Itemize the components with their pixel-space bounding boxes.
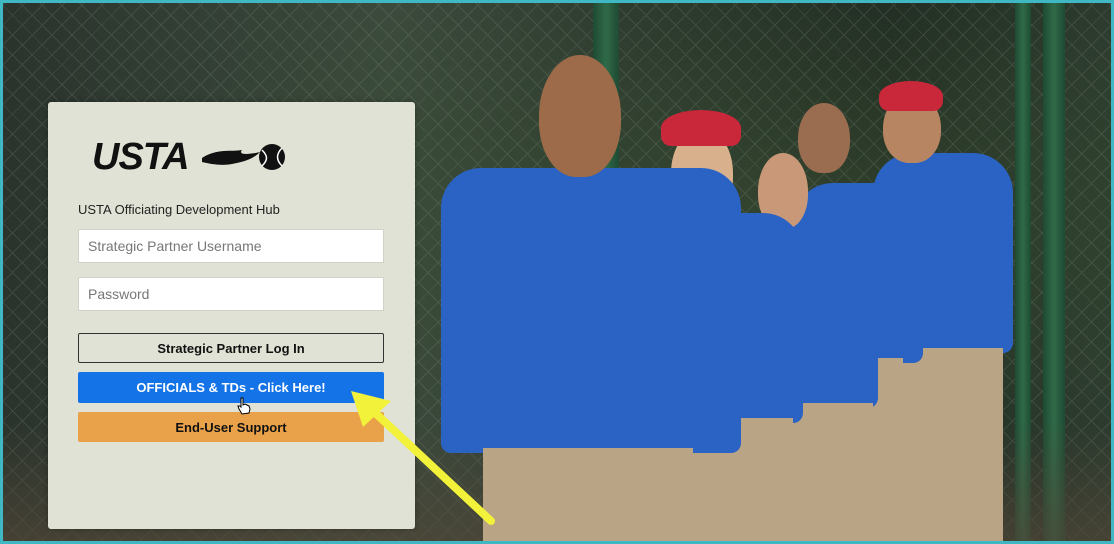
usta-logo: USTA xyxy=(92,136,292,178)
officials-tds-button[interactable]: OFFICIALS & TDs - Click Here! xyxy=(78,372,384,403)
strategic-partner-login-button[interactable]: Strategic Partner Log In xyxy=(78,333,384,363)
end-user-support-button[interactable]: End-User Support xyxy=(78,412,384,442)
login-button-label: Strategic Partner Log In xyxy=(157,340,305,356)
screen-frame: USTA USTA Officiating Development Hub St… xyxy=(0,0,1114,544)
hand-pointer-icon xyxy=(237,397,251,415)
tennis-ball-flame-icon xyxy=(202,144,285,170)
password-input[interactable] xyxy=(78,277,384,311)
officials-button-label: OFFICIALS & TDs - Click Here! xyxy=(136,380,326,395)
hub-title: USTA Officiating Development Hub xyxy=(78,202,280,217)
annotation-arrow-icon xyxy=(351,391,495,525)
support-button-label: End-User Support xyxy=(175,419,287,435)
username-input[interactable] xyxy=(78,229,384,263)
